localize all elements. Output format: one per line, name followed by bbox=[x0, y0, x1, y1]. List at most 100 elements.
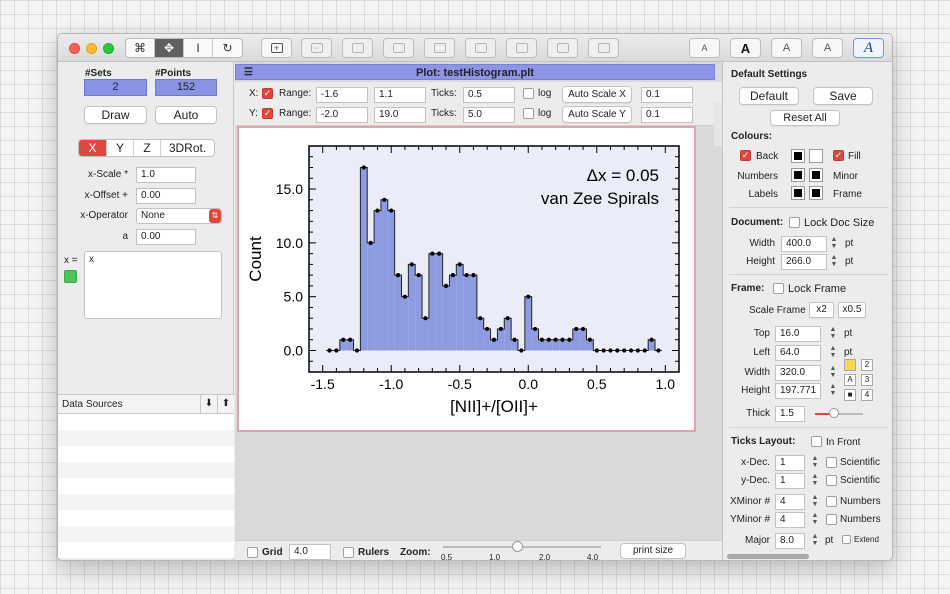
italic-button[interactable]: A bbox=[853, 38, 884, 58]
xdec-stepper[interactable]: ▲ ▼ bbox=[811, 455, 819, 471]
scale-x05-button[interactable]: x0.5 bbox=[838, 302, 866, 318]
print-size-button[interactable]: print size bbox=[620, 543, 686, 559]
y-numbers-checkbox[interactable] bbox=[826, 514, 837, 525]
doc-height-input[interactable]: 266.0 bbox=[781, 254, 827, 270]
select-tool-icon[interactable]: ⌘ bbox=[126, 39, 155, 57]
position-cell-dot[interactable]: ■ bbox=[844, 389, 856, 401]
frame-left-input[interactable]: 64.0 bbox=[775, 345, 821, 361]
minimize-window-button[interactable] bbox=[86, 43, 97, 54]
move-up-icon[interactable]: ⬆ bbox=[217, 395, 234, 413]
list-item[interactable] bbox=[58, 414, 234, 430]
minor-color-swatch[interactable] bbox=[809, 168, 823, 182]
y-min-input[interactable]: -2.0 bbox=[316, 107, 368, 123]
position-cell-2[interactable]: 2 bbox=[861, 359, 873, 371]
position-cell-3[interactable]: 3 bbox=[861, 374, 873, 386]
y-max-input[interactable]: 19.0 bbox=[374, 107, 426, 123]
xscale-input[interactable]: 1.0 bbox=[136, 167, 196, 183]
doc-height-stepper[interactable]: ▲ ▼ bbox=[830, 254, 838, 270]
remove-object-button[interactable]: − bbox=[301, 38, 332, 58]
in-front-checkbox[interactable] bbox=[811, 436, 822, 447]
doc-width-stepper[interactable]: ▲ ▼ bbox=[830, 236, 838, 252]
ungroup-button[interactable] bbox=[588, 38, 619, 58]
y-ticks-input[interactable]: 5.0 bbox=[463, 107, 515, 123]
fill-checkbox[interactable]: ✓ bbox=[833, 150, 844, 161]
ydec-stepper[interactable]: ▲ ▼ bbox=[811, 473, 819, 489]
list-item[interactable] bbox=[58, 510, 234, 526]
list-item[interactable] bbox=[58, 446, 234, 462]
frame-height-stepper[interactable]: ▲ ▼ bbox=[829, 383, 837, 399]
x-numbers-checkbox[interactable] bbox=[826, 496, 837, 507]
numbers-color-swatch[interactable] bbox=[791, 168, 805, 182]
frame-width-stepper[interactable]: ▲ ▼ bbox=[829, 365, 837, 381]
save-button[interactable]: Save bbox=[813, 87, 873, 105]
back-color-swatch-2[interactable] bbox=[809, 149, 823, 163]
move-down-icon[interactable]: ⬇ bbox=[200, 395, 217, 413]
tab-y[interactable]: Y bbox=[107, 140, 134, 156]
x-expression-input[interactable]: x bbox=[84, 251, 222, 319]
x-max-input[interactable]: 1.1 bbox=[374, 87, 426, 103]
a-input[interactable]: 0.00 bbox=[136, 229, 196, 245]
frame-left-stepper[interactable]: ▲ ▼ bbox=[829, 345, 837, 361]
x-range-checkbox[interactable]: ✓ bbox=[262, 88, 273, 99]
tab-z[interactable]: Z bbox=[134, 140, 161, 156]
superscript-button[interactable]: A bbox=[771, 38, 802, 58]
list-item[interactable] bbox=[58, 526, 234, 542]
major-stepper[interactable]: ▲ ▼ bbox=[811, 533, 819, 549]
rotate-tool-icon[interactable]: ↻ bbox=[213, 39, 242, 57]
list-item[interactable] bbox=[58, 542, 234, 558]
y-log-checkbox[interactable] bbox=[523, 108, 534, 119]
settings-horizontal-scrollbar[interactable] bbox=[727, 554, 809, 559]
close-window-button[interactable] bbox=[69, 43, 80, 54]
labels-color-swatch[interactable] bbox=[791, 186, 805, 200]
frame-height-input[interactable]: 197.771 bbox=[775, 383, 821, 399]
xminor-input[interactable]: 4 bbox=[775, 494, 805, 510]
ydec-input[interactable]: 1 bbox=[775, 473, 805, 489]
y-pad-input[interactable]: 0.1 bbox=[641, 107, 693, 123]
align-columns-button[interactable] bbox=[424, 38, 455, 58]
doc-width-input[interactable]: 400.0 bbox=[781, 236, 827, 252]
default-button[interactable]: Default bbox=[739, 87, 799, 105]
reset-all-button[interactable]: Reset All bbox=[770, 110, 840, 126]
draw-button[interactable]: Draw bbox=[84, 106, 147, 124]
frame-color-swatch[interactable] bbox=[809, 186, 823, 200]
grid-checkbox[interactable] bbox=[247, 547, 258, 558]
frame-top-input[interactable]: 16.0 bbox=[775, 326, 821, 342]
add-object-button[interactable]: + bbox=[261, 38, 292, 58]
list-item[interactable] bbox=[58, 494, 234, 510]
back-checkbox[interactable]: ✓ bbox=[740, 150, 751, 161]
extend-checkbox[interactable] bbox=[842, 535, 851, 544]
list-item[interactable] bbox=[58, 462, 234, 478]
list-item[interactable] bbox=[58, 478, 234, 494]
position-cell-a[interactable]: A bbox=[844, 374, 856, 386]
scale-x2-button[interactable]: x2 bbox=[809, 302, 834, 318]
auto-scale-y-button[interactable]: Auto Scale Y bbox=[562, 106, 632, 123]
thick-input[interactable]: 1.5 bbox=[775, 406, 805, 422]
xminor-stepper[interactable]: ▲ ▼ bbox=[811, 494, 819, 510]
bring-forward-button[interactable] bbox=[465, 38, 496, 58]
align-top-button[interactable] bbox=[383, 38, 414, 58]
list-icon[interactable]: ☰ bbox=[244, 65, 253, 81]
x-min-input[interactable]: -1.6 bbox=[316, 87, 368, 103]
lock-doc-size-checkbox[interactable] bbox=[789, 217, 800, 228]
send-backward-button[interactable] bbox=[506, 38, 537, 58]
xoffset-input[interactable]: 0.00 bbox=[136, 188, 196, 204]
font-smaller-button[interactable]: A bbox=[689, 38, 720, 58]
group-button[interactable] bbox=[547, 38, 578, 58]
x-pad-input[interactable]: 0.1 bbox=[641, 87, 693, 103]
frame-width-input[interactable]: 320.0 bbox=[775, 365, 821, 381]
move-tool-icon[interactable]: ✥ bbox=[155, 39, 184, 57]
x-scientific-checkbox[interactable] bbox=[826, 457, 837, 468]
axis-controls-scrollbar[interactable] bbox=[714, 102, 722, 146]
zoom-window-button[interactable] bbox=[103, 43, 114, 54]
xdec-input[interactable]: 1 bbox=[775, 455, 805, 471]
position-cell-yellow[interactable] bbox=[844, 359, 856, 371]
yminor-stepper[interactable]: ▲ ▼ bbox=[811, 512, 819, 528]
font-bold-button[interactable]: A bbox=[730, 38, 761, 58]
yminor-input[interactable]: 4 bbox=[775, 512, 805, 528]
grid-input[interactable]: 4.0 bbox=[289, 544, 331, 560]
text-cursor-tool-icon[interactable]: I bbox=[184, 39, 213, 57]
thick-slider-thumb[interactable] bbox=[829, 408, 839, 418]
tab-3drot[interactable]: 3DRot. bbox=[161, 140, 214, 156]
frame-top-stepper[interactable]: ▲ ▼ bbox=[829, 326, 837, 342]
green-status-icon[interactable] bbox=[64, 270, 77, 283]
